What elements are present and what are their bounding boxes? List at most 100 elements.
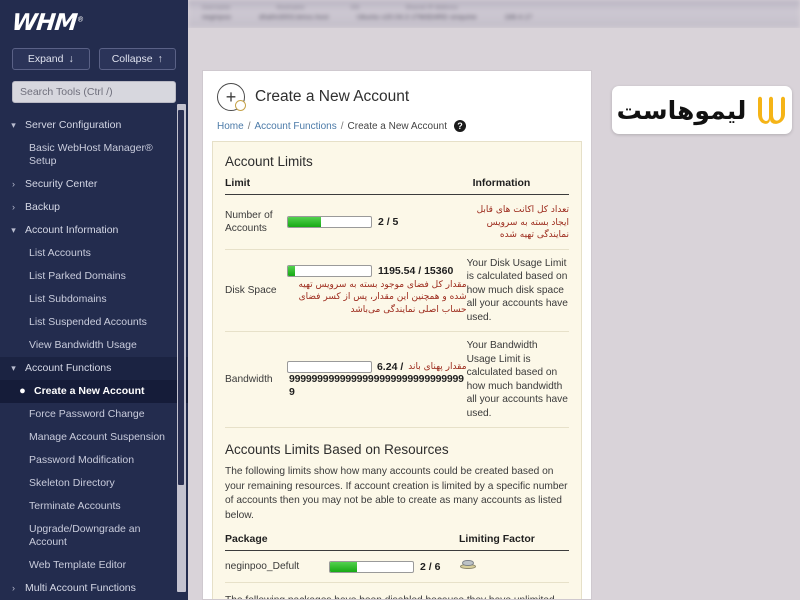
sidebar-item-upgrade-downgrade-an-account[interactable]: Upgrade/Downgrade an Account (0, 518, 188, 554)
info-cell-disk-space: Your Disk Usage Limit is calculated base… (466, 249, 569, 332)
sidebar-item-label: Manage Account Suspension (29, 431, 166, 443)
sidebar-item-web-template-editor[interactable]: Web Template Editor (0, 554, 188, 577)
breadcrumb-home[interactable]: Home (217, 121, 244, 132)
limits-panel: Account Limits Limit Information Number … (212, 141, 582, 599)
resource-limits-title: Accounts Limits Based on Resources (225, 442, 449, 457)
sidebar-item-view-bandwidth-usage[interactable]: View Bandwidth Usage (0, 334, 188, 357)
sidebar-item-label: List Subdomains (29, 293, 107, 305)
chevron-right-icon: › (12, 583, 15, 593)
topbar-value-hostname: dhafm3003.bmss.host (259, 14, 329, 21)
progress-bar-fill (330, 561, 358, 572)
resource-limits-description: The following limits show how many accou… (225, 466, 568, 521)
topbar-value-ip: 188.4.17 (504, 14, 533, 21)
topbar-label-hostname: Hostname (276, 5, 305, 11)
collapse-button-label: Collapse (111, 53, 153, 65)
whm-logo[interactable]: WHM® (11, 10, 84, 36)
watermark-text: لیموهاست (616, 95, 747, 125)
table-row: Number of Accounts 2 / 5 تعداد کل اکانت … (225, 194, 569, 250)
sidebar-toggle-buttons: Expand ↓ Collapse ↑ (0, 48, 188, 70)
progress-value-accounts: 2 / 5 (377, 215, 399, 228)
sidebar-item-label: Security Center (25, 178, 98, 190)
bullet-icon: ● (19, 385, 26, 397)
column-header-information: Information (466, 177, 569, 195)
meter-row: 2 / 5 (286, 215, 467, 228)
limit-meter-disk-space: 1195.54 / 15360 مقدار کل فضای موجود بسته… (286, 249, 467, 332)
sidebar-item-label: Multi Account Functions (25, 582, 136, 594)
sidebar-header: WHM® (0, 0, 188, 36)
sidebar-item-list-accounts[interactable]: List Accounts (0, 242, 188, 265)
watermark-limoohost: لیموهاست (612, 86, 792, 134)
sidebar-item-basic-webhost-manager-setup[interactable]: Basic WebHost Manager® Setup (0, 137, 188, 173)
chevron-right-icon: › (12, 202, 15, 212)
topbar-values: neginpoo dhafm3003.bmss.host Ubuntu v20.… (202, 14, 792, 21)
column-header-package: Package (225, 533, 459, 551)
search-input[interactable] (20, 86, 168, 98)
column-header-limit: Limit (225, 177, 467, 195)
sidebar-item-account-functions[interactable]: ▾ Account Functions (0, 357, 188, 380)
lemon-logo-icon (753, 95, 787, 125)
help-icon[interactable]: ? (454, 120, 467, 132)
sidebar-item-skeleton-directory[interactable]: Skeleton Directory (0, 472, 188, 495)
sidebar-item-list-subdomains[interactable]: List Subdomains (0, 288, 188, 311)
meter-row: 1195.54 / 15360 (286, 264, 467, 277)
sidebar-item-create-a-new-account[interactable]: ● Create a New Account (0, 380, 188, 403)
whm-logo-text: WHM (10, 10, 78, 36)
sidebar-item-security-center[interactable]: › Security Center (0, 173, 188, 196)
search-tools-container[interactable] (12, 81, 176, 103)
breadcrumb-current: Create a New Account (347, 120, 448, 132)
limiting-factor-cell (459, 550, 569, 583)
table-row: neginpoo_Defult 2 / 6 (225, 550, 569, 583)
chevron-down-icon: ▾ (11, 225, 16, 235)
sidebar-item-force-password-change[interactable]: Force Password Change (0, 403, 188, 426)
sidebar-item-manage-account-suspension[interactable]: Manage Account Suspension (0, 426, 188, 449)
sidebar-item-password-modification[interactable]: Password Modification (0, 449, 188, 472)
sidebar-item-list-parked-domains[interactable]: List Parked Domains (0, 265, 188, 288)
chevron-down-icon: ▾ (11, 363, 16, 373)
sidebar-item-multi-account-functions[interactable]: › Multi Account Functions (0, 577, 188, 600)
sidebar-item-label: List Suspended Accounts (29, 316, 147, 328)
topbar-labels: Username Hostname OS Shared IP Address (202, 5, 792, 11)
sidebar-item-label: Terminate Accounts (29, 500, 121, 512)
limit-meter-number-of-accounts: 2 / 5 (286, 194, 467, 250)
sidebar-item-server-configuration[interactable]: ▾ Server Configuration (0, 114, 188, 137)
sidebar-item-label: Web Template Editor (29, 559, 127, 571)
sidebar-item-terminate-accounts[interactable]: Terminate Accounts (0, 495, 188, 518)
breadcrumb-account-functions[interactable]: Account Functions (254, 121, 336, 132)
table-header-row: Limit Information (225, 177, 569, 195)
sidebar-scrollbar-track[interactable] (177, 104, 186, 592)
table-row: Bandwidth 6.24 / مقدار پهنای باند 999999… (225, 331, 569, 428)
expand-button[interactable]: Expand ↓ (12, 48, 90, 70)
info-cell-bandwidth: Your Bandwidth Usage Limit is calculated… (466, 331, 569, 428)
sidebar-scrollbar-thumb[interactable] (178, 110, 184, 485)
sidebar-item-label: Upgrade/Downgrade an Account (29, 523, 141, 548)
content-card: + Create a New Account Home / Account Fu… (202, 70, 592, 600)
breadcrumb: Home / Account Functions / Create a New … (217, 120, 577, 132)
progress-bar-fill (287, 265, 295, 276)
progress-value-package: 2 / 6 (420, 560, 441, 573)
sidebar-item-label: Password Modification (29, 454, 135, 466)
collapse-button[interactable]: Collapse ↑ (98, 48, 176, 70)
sidebar-item-label: Basic WebHost Manager® Setup (29, 142, 153, 167)
sidebar-item-label: Backup (25, 201, 61, 213)
sidebar-item-account-information[interactable]: ▾ Account Information (0, 219, 188, 242)
sidebar-item-backup[interactable]: › Backup (0, 196, 188, 219)
account-limits-title: Account Limits (225, 154, 313, 169)
bandwidth-meter-wrap: 6.24 / مقدار پهنای باند 9999999999999999… (286, 360, 467, 399)
persian-note-bandwidth: مقدار پهنای باند (408, 361, 467, 372)
package-meter-cell: 2 / 6 (329, 550, 459, 583)
sidebar-item-label: Server Configuration (25, 119, 122, 131)
breadcrumb-separator: / (340, 120, 344, 132)
limit-name-disk-space: Disk Space (225, 249, 287, 332)
breadcrumb-separator: / (247, 120, 251, 132)
progress-bar-fill (287, 216, 322, 227)
arrow-down-icon: ↓ (68, 53, 74, 65)
topbar-label-os: OS (350, 5, 360, 11)
disk-icon (459, 559, 477, 571)
package-limits-table: Package Limiting Factor neginpoo_Defult (225, 533, 569, 583)
progress-bar-accounts (286, 215, 372, 228)
table-row: Disk Space 1195.54 / 15360 مقدار کل فضای… (225, 249, 569, 332)
account-limits-table: Limit Information Number of Accounts 2 /… (225, 177, 569, 428)
progress-bar-disk (286, 264, 372, 277)
sidebar-item-list-suspended-accounts[interactable]: List Suspended Accounts (0, 311, 188, 334)
limit-meter-bandwidth: 6.24 / مقدار پهنای باند 9999999999999999… (286, 331, 467, 428)
